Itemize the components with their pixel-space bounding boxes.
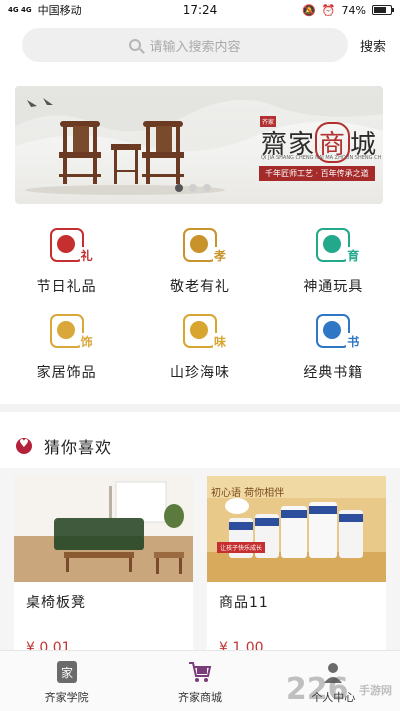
book-icon: 书 — [316, 314, 361, 350]
tab-label: 齐家学院 — [44, 691, 89, 704]
battery-icon — [372, 5, 394, 15]
grain-icon: 味 — [182, 314, 227, 350]
chair-left — [59, 121, 101, 184]
product-card[interactable]: 桌椅板凳 ¥ 0.01 — [14, 476, 193, 666]
mute-icon: 🔕 — [302, 3, 316, 17]
product-name: 商品11 — [219, 595, 269, 611]
network-indicator: 4G 4G — [8, 5, 32, 14]
product2-tag: 让孩子快乐成长 — [217, 542, 266, 553]
guess-title: 猜你喜欢 — [44, 438, 113, 457]
battery-percent: 74% — [341, 3, 366, 17]
tab-bar: 家 齐家学院 齐家商城 个人中心 226 手游网 — [0, 650, 400, 711]
category-label: 敬老有礼 — [169, 279, 230, 295]
category-item[interactable]: 孝敬老有礼 — [133, 220, 266, 306]
search-icon — [129, 39, 142, 51]
category-symbol — [56, 235, 75, 253]
product2-banner: 初心语 荷你相伴 — [211, 488, 285, 499]
category-label: 经典书籍 — [303, 365, 364, 381]
brand-subtitle: QI JIA SHANG CHENG NAI MA ZHOUN SHENG CH… — [261, 155, 381, 161]
site-watermark: 226 手游网 — [286, 672, 392, 707]
tab-mall[interactable]: 齐家商城 — [133, 651, 266, 711]
status-right: 🔕 ⏰ 74% — [302, 3, 394, 17]
watermark-number: 226 — [285, 672, 349, 707]
alarm-icon: ⏰ — [321, 3, 336, 17]
product-image — [14, 476, 193, 582]
category-label: 节日礼品 — [36, 279, 97, 295]
category-item[interactable]: 书经典书籍 — [267, 306, 400, 392]
category-symbol — [56, 321, 75, 339]
product-card[interactable]: 初心语 荷你相伴 让孩子快乐成长 商品11 ¥ 1.00 — [207, 476, 386, 666]
svg-text:家: 家 — [61, 665, 73, 680]
category-char: 书 — [346, 333, 361, 350]
tab-label: 齐家商城 — [177, 691, 222, 704]
battery-fill — [374, 7, 386, 13]
app-screen: 4G 4G 中国移动 17:24 🔕 ⏰ 74% 请输入搜索内容 搜索 齐家 齋… — [0, 0, 400, 711]
tab-school[interactable]: 家 齐家学院 — [0, 651, 133, 711]
status-bar: 4G 4G 中国移动 17:24 🔕 ⏰ 74% — [0, 0, 400, 20]
gift-icon: 礼 — [49, 228, 94, 264]
elder-icon: 孝 — [182, 228, 227, 264]
category-symbol — [323, 235, 342, 253]
category-label: 神通玩具 — [303, 279, 364, 295]
category-char: 礼 — [79, 247, 94, 264]
watermark-text: 手游网 — [359, 683, 392, 697]
school-icon: 家 — [54, 659, 80, 685]
product-list: 桌椅板凳 ¥ 0.01 初心语 荷你相伴 让孩子快乐成长 商品11 ¥ 1.00 — [0, 468, 400, 668]
search-placeholder: 请输入搜索内容 — [149, 39, 241, 55]
carousel-dot[interactable] — [189, 184, 197, 192]
category-symbol — [189, 235, 208, 253]
category-char: 孝 — [212, 247, 227, 264]
search-input[interactable]: 请输入搜索内容 — [22, 28, 348, 62]
carousel-dot[interactable] — [203, 184, 211, 192]
side-table — [111, 144, 141, 184]
category-label: 家居饰品 — [36, 365, 97, 381]
cart-icon — [187, 659, 213, 685]
section-divider — [0, 404, 400, 412]
ball-icon: 育 — [316, 228, 361, 264]
product-image: 初心语 荷你相伴 让孩子快乐成长 — [207, 476, 386, 582]
hat-icon: 饰 — [49, 314, 94, 350]
category-char: 味 — [212, 333, 227, 350]
search-bar: 请输入搜索内容 搜索 — [0, 20, 400, 70]
carousel-dots — [175, 184, 211, 192]
chair-right — [142, 121, 184, 184]
brand-slogan: 千年匠师工艺 · 百年传承之道 — [259, 166, 375, 181]
guess-header: 猜你喜欢 — [16, 434, 112, 458]
category-item[interactable]: 育神通玩具 — [267, 220, 400, 306]
heart-icon — [16, 437, 32, 454]
category-item[interactable]: 饰家居饰品 — [0, 306, 133, 392]
category-item[interactable]: 味山珍海味 — [133, 306, 266, 392]
carrier-name: 中国移动 — [37, 4, 82, 17]
category-grid: 礼节日礼品孝敬老有礼育神通玩具饰家居饰品味山珍海味书经典书籍 — [0, 220, 400, 396]
category-symbol — [323, 321, 342, 339]
sofa-image — [14, 476, 193, 582]
carousel-dot[interactable] — [175, 184, 183, 192]
category-char: 饰 — [79, 333, 94, 350]
category-char: 育 — [346, 247, 361, 264]
category-item[interactable]: 礼节日礼品 — [0, 220, 133, 306]
category-symbol — [189, 321, 208, 339]
product-name: 桌椅板凳 — [26, 595, 86, 611]
search-button[interactable]: 搜索 — [360, 36, 386, 55]
category-label: 山珍海味 — [169, 365, 230, 381]
